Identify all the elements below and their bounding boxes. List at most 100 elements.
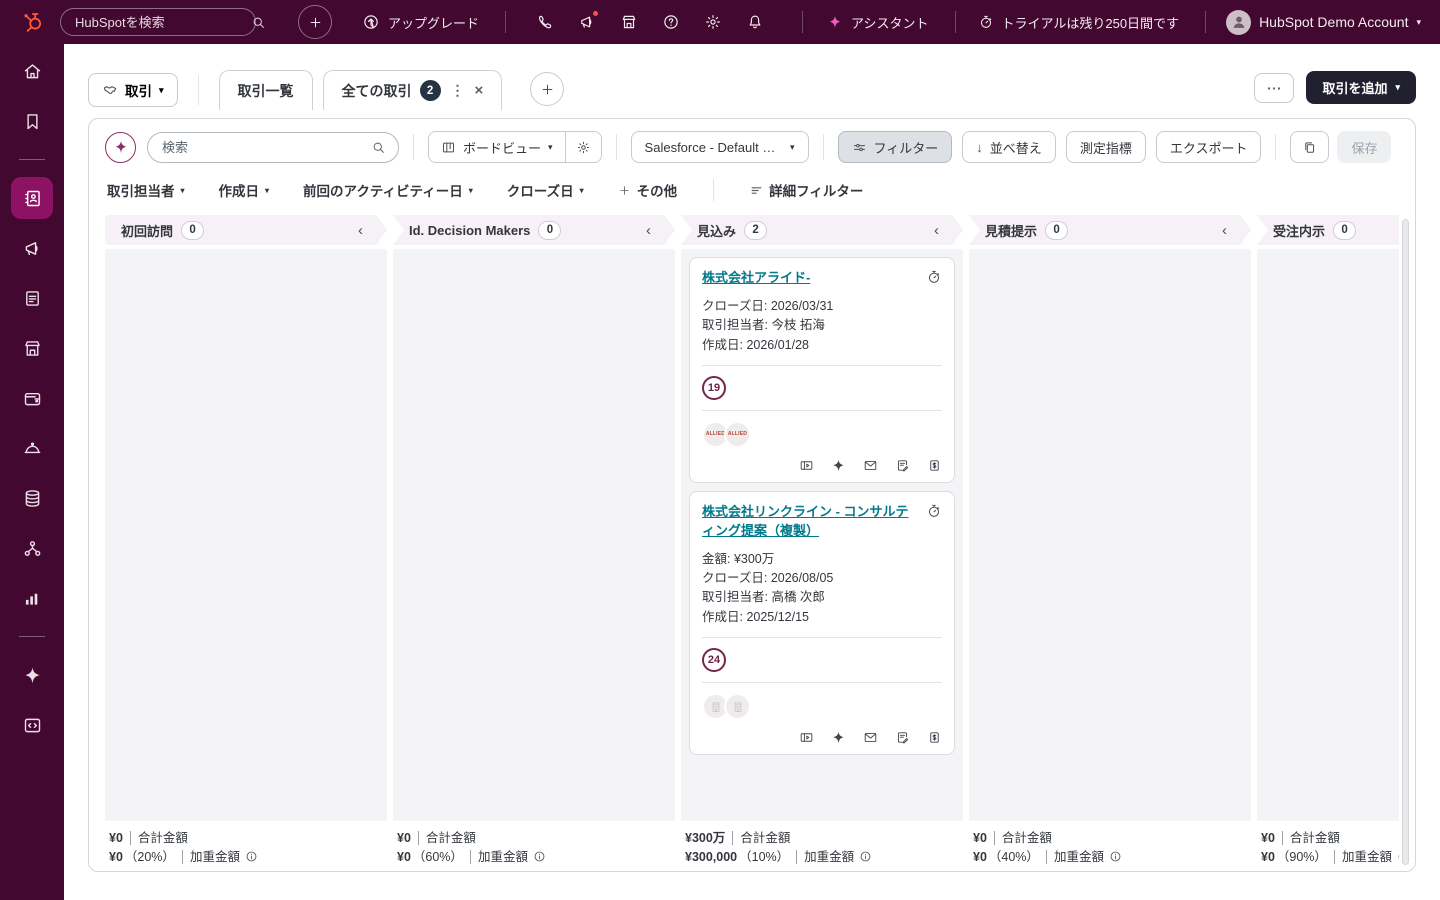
deal-field-close-date: クローズ日: 2026/08/05 [702,569,942,588]
sidebar-item-automation[interactable] [12,534,52,562]
info-icon[interactable] [1109,850,1122,863]
info-icon[interactable] [859,850,872,863]
object-type-dropdown[interactable]: 取引 ▾ [88,73,178,107]
stopwatch-icon[interactable] [926,503,942,519]
trial-status[interactable]: トライアルは残り250日間です [978,13,1180,32]
column-header[interactable]: 見積提示 0 ‹ [969,215,1251,245]
company-avatar[interactable]: ALLIED [724,421,751,448]
sort-button[interactable]: ↓ 並べ替え [962,131,1056,163]
add-view-button[interactable] [530,72,564,106]
column-drop-area[interactable] [1257,249,1399,821]
board-search[interactable] [147,132,399,163]
deal-title-link[interactable]: 株式会社リンクライン - コンサルティング提案（複製） [702,504,909,538]
sidebar-item-commerce[interactable] [12,334,52,362]
marketplace-button[interactable] [620,13,638,31]
sidebar-item-home[interactable] [12,57,52,85]
collapse-column-icon[interactable]: ‹ [1222,223,1231,238]
sidebar-item-crm[interactable] [11,177,53,219]
hubspot-logo-icon[interactable] [20,9,46,35]
global-search-input[interactable] [75,15,251,30]
advanced-filters-button[interactable]: 詳細フィルター [750,180,863,200]
filter-create-date[interactable]: 作成日 ▾ [219,180,270,200]
collapse-column-icon[interactable]: ‹ [358,223,367,238]
calling-button[interactable] [536,13,554,31]
tab-options-icon[interactable]: ⋮ [449,82,467,99]
ai-assistant-button[interactable] [105,132,136,163]
task-icon[interactable] [927,458,942,473]
clone-view-button[interactable] [1290,131,1329,163]
email-icon[interactable] [863,730,878,745]
pipeline-selector[interactable]: Salesforce - Default Pipeli... ▾ [631,131,809,163]
email-icon[interactable] [863,458,878,473]
tab-deal-list[interactable]: 取引一覧 [219,70,313,110]
sidebar-item-service[interactable] [12,434,52,462]
preview-panel-icon[interactable] [799,730,814,745]
filter-close-date[interactable]: クローズ日 ▾ [507,180,584,200]
column-drop-area[interactable]: 株式会社アライド- クローズ日: 2026/03/31 取引担当者: 今枝 拓海… [681,249,963,821]
stage-weighted: ¥300,000 [685,850,737,864]
deal-card[interactable]: 株式会社アライド- クローズ日: 2026/03/31 取引担当者: 今枝 拓海… [689,257,955,483]
ai-sparkle-icon[interactable] [831,730,846,745]
sidebar-item-content[interactable] [12,284,52,312]
column-drop-area[interactable] [105,249,387,821]
add-deal-button[interactable]: 取引を追加 ▾ [1306,71,1416,104]
column-header[interactable]: 見込み 2 ‹ [681,215,963,245]
deal-card[interactable]: 株式会社リンクライン - コンサルティング提案（複製） 金額: ¥300万 クロ… [689,491,955,755]
settings-button[interactable] [704,13,722,31]
column-header[interactable]: 初回訪問 0 ‹ [105,215,387,245]
sidebar-item-bookmarks[interactable] [12,107,52,135]
info-icon[interactable] [533,850,546,863]
days-in-stage-badge[interactable]: 24 [702,648,726,672]
board-settings-button[interactable] [565,132,601,162]
upgrade-label: アップグレード [388,13,479,32]
assistant-button[interactable]: アシスタント [827,13,928,32]
help-button[interactable] [662,13,680,31]
filter-button[interactable]: フィルター [838,131,953,163]
metrics-button[interactable]: 測定指標 [1066,131,1146,163]
column-drop-area[interactable] [393,249,675,821]
info-icon[interactable] [245,850,258,863]
days-in-stage-badge[interactable]: 19 [702,376,726,400]
board-search-input[interactable] [162,140,371,155]
sidebar-item-developer[interactable] [12,711,52,739]
column-footer: ¥0合計金額 ¥0（20%）加重金額 [105,821,387,871]
filter-more[interactable]: その他 [618,180,678,200]
sidebar-item-ai[interactable] [12,661,52,689]
note-icon[interactable] [895,730,910,745]
filter-deal-owner[interactable]: 取引担当者 ▾ [107,180,185,200]
ai-sparkle-icon[interactable] [831,458,846,473]
filter-label: 前回のアクティビティー日 [303,180,463,200]
column-header[interactable]: 受注内示 0 ‹ [1257,215,1399,245]
global-search[interactable] [60,8,256,36]
company-avatar[interactable] [724,693,751,720]
sidebar-item-payments[interactable] [12,384,52,412]
upgrade-button[interactable]: アップグレード [362,13,479,32]
more-actions-button[interactable]: ⋯ [1254,73,1294,103]
deal-title-link[interactable]: 株式会社アライド- [702,270,810,285]
filter-last-activity[interactable]: 前回のアクティビティー日 ▾ [303,180,473,200]
tab-all-deals[interactable]: 全ての取引 2 ⋮ × [323,70,503,110]
collapse-column-icon[interactable]: ‹ [934,223,943,238]
column-header[interactable]: Id. Decision Makers 0 ‹ [393,215,675,245]
stopwatch-icon[interactable] [926,269,942,285]
preview-panel-icon[interactable] [799,458,814,473]
plus-icon [540,82,555,97]
notifications-button[interactable] [746,13,764,31]
vertical-scrollbar[interactable] [1402,219,1409,865]
account-menu[interactable]: HubSpot Demo Account ▾ [1226,10,1421,35]
global-create-button[interactable] [298,5,332,39]
info-icon[interactable] [1397,850,1399,863]
export-button[interactable]: エクスポート [1156,131,1262,163]
sidebar-item-data[interactable] [12,484,52,512]
stage-count: 0 [181,221,204,240]
save-button[interactable]: 保存 [1337,131,1391,163]
note-icon[interactable] [895,458,910,473]
collapse-column-icon[interactable]: ‹ [646,223,655,238]
task-icon[interactable] [927,730,942,745]
sidebar-item-marketing[interactable] [12,234,52,262]
tab-close-icon[interactable]: × [475,82,484,99]
marketing-notifications-button[interactable] [578,13,596,31]
board-view-dropdown[interactable]: ボードビュー ▾ [429,132,565,162]
sidebar-item-reporting[interactable] [12,584,52,612]
column-drop-area[interactable] [969,249,1251,821]
